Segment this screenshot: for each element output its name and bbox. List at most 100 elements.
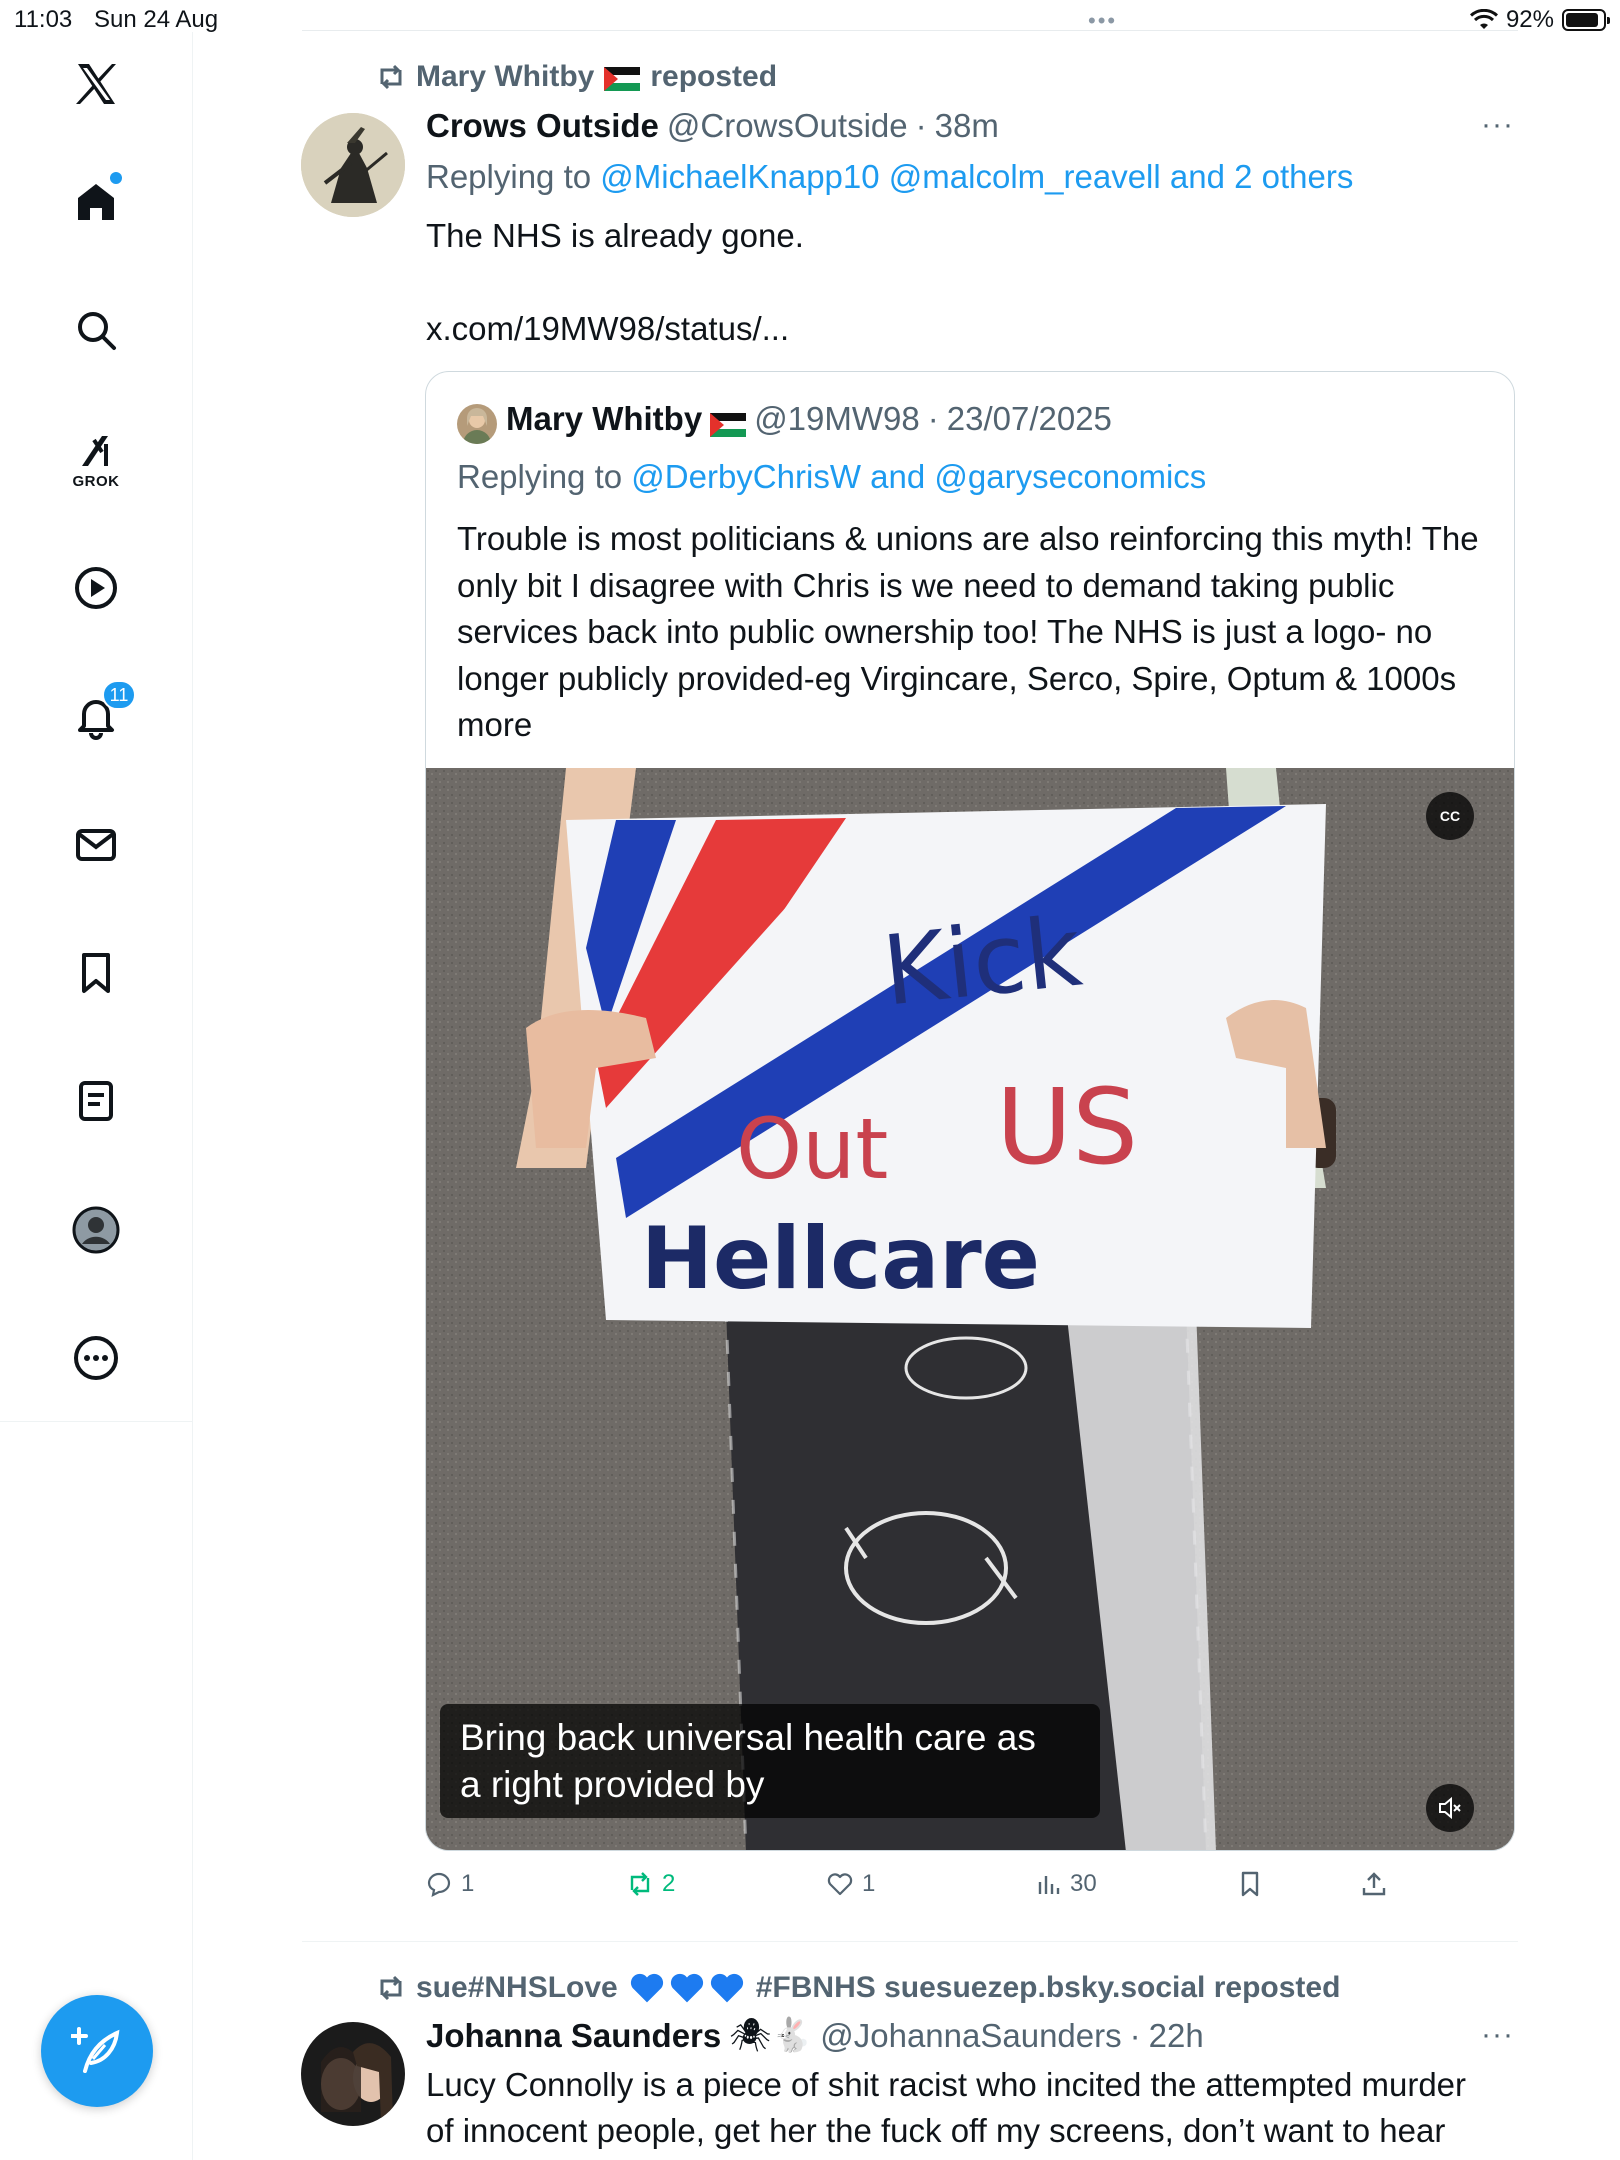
tweet-separator: [302, 1941, 1518, 1942]
profile-avatar-icon[interactable]: [52, 1186, 140, 1274]
repost-count: 2: [662, 1870, 676, 1897]
caption-line: a right provided by: [460, 1764, 765, 1805]
repost-button[interactable]: 2: [626, 1870, 675, 1898]
quote-date: 23/07/2025: [946, 400, 1112, 437]
reply-button[interactable]: 1: [425, 1870, 474, 1898]
author-name-emoji: 🕷🐇: [729, 2016, 813, 2053]
protest-sign-video-frame: Kick Out US Hellcare: [426, 768, 1514, 1850]
home-icon[interactable]: [52, 158, 140, 246]
tweet-link[interactable]: x.com/19MW98/status/...: [426, 306, 789, 352]
sign-text-us: US: [996, 1066, 1138, 1188]
crow-warrior-image: [301, 113, 405, 217]
share-button[interactable]: [1360, 1870, 1388, 1898]
tweet-body: The NHS is already gone.: [426, 217, 804, 254]
mention-link[interactable]: @DerbyChrisW: [631, 458, 861, 495]
replying-prefix: Replying to: [426, 158, 592, 195]
reply-bubble-icon: [427, 1872, 451, 1897]
bookmark-icon: [1241, 1871, 1259, 1897]
grok-icon[interactable]: GROK: [52, 415, 140, 503]
author-name[interactable]: Crows Outside: [426, 107, 659, 145]
status-time: 11:03: [14, 6, 73, 33]
more-dots-icon[interactable]: •••: [1088, 8, 1117, 34]
more-options-icon[interactable]: [52, 1314, 140, 1402]
captions-toggle-button[interactable]: CC: [1426, 792, 1474, 840]
sidebar: GROK 11: [0, 32, 193, 2160]
author-photo: [301, 2022, 405, 2126]
tweet-actions: 1 2 1 30: [425, 1870, 1425, 1910]
quote-author-handle: @19MW98: [754, 400, 920, 437]
sign-text-kick: Kick: [878, 895, 1087, 1027]
dot-separator: ·: [915, 107, 927, 144]
repost-suffix: reposted: [650, 60, 778, 93]
reposter-name: sue#NHSLove: [416, 1971, 618, 2004]
mention-link[interactable]: @malcolm_reavell: [889, 158, 1161, 195]
sidebar-divider: [0, 1421, 193, 1422]
tweet-body: Lucy Connolly is a piece of shit racist …: [426, 2062, 1466, 2154]
views-button[interactable]: 30: [1034, 1870, 1097, 1898]
repost-icon: [630, 1872, 650, 1896]
blue-hearts-icon: [628, 1971, 746, 2005]
notifications-badge: 11: [102, 680, 136, 710]
bookmark-icon[interactable]: [52, 929, 140, 1017]
battery-icon: [1562, 9, 1610, 31]
compose-post-button[interactable]: [41, 1995, 153, 2107]
quote-replying-to: Replying to @DerbyChrisW and @garysecono…: [457, 458, 1206, 496]
video-caption: Bring back universal health care as a ri…: [440, 1704, 1100, 1818]
quote-body: Trouble is most politicians & unions are…: [457, 520, 1479, 743]
heart-icon: [827, 1873, 853, 1896]
video-player[interactable]: Kick Out US Hellcare CC Bring back unive…: [426, 768, 1514, 1850]
author-avatar[interactable]: [301, 113, 405, 217]
unmute-button[interactable]: [1426, 1784, 1474, 1832]
palestine-flag-icon: [710, 407, 747, 437]
x-logo-icon[interactable]: [52, 40, 140, 128]
tweet-more-icon[interactable]: ···: [1481, 108, 1514, 142]
author-handle[interactable]: @JohannaSaunders: [820, 2017, 1121, 2055]
lists-icon[interactable]: [52, 1057, 140, 1145]
speaker-muted-icon: [1439, 1796, 1461, 1820]
repost-attribution[interactable]: Mary Whitby reposted: [376, 60, 777, 94]
palestine-flag-icon: [604, 65, 641, 91]
share-upload-icon: [1362, 1872, 1386, 1896]
search-icon[interactable]: [52, 286, 140, 374]
like-button[interactable]: 1: [826, 1870, 875, 1898]
quote-author-name: Mary Whitby: [506, 400, 703, 437]
others-link[interactable]: and 2 others: [1170, 158, 1353, 195]
messages-envelope-icon[interactable]: [52, 801, 140, 889]
dot-separator: ·: [1129, 2016, 1141, 2054]
reply-count: 1: [461, 1870, 475, 1897]
views-bar-chart-icon: [1038, 1876, 1060, 1894]
like-count: 1: [862, 1870, 876, 1897]
sign-text-hellcare: Hellcare: [641, 1209, 1040, 1309]
dot-separator: ·: [927, 400, 939, 437]
tweet-time[interactable]: 22h: [1149, 2017, 1204, 2055]
caption-line: Bring back universal health care as: [460, 1717, 1036, 1758]
repost-attribution[interactable]: sue#NHSLove #FBNHS suesuezep.bsky.social…: [376, 1971, 1340, 2005]
top-action-strip: •••: [302, 0, 1518, 34]
author-handle[interactable]: @CrowsOutside: [667, 107, 908, 145]
quote-author-avatar: [457, 404, 497, 444]
mention-link[interactable]: @garyseconomics: [934, 458, 1206, 495]
tweet-time[interactable]: 38m: [935, 107, 999, 145]
repost-icon: [380, 64, 402, 90]
replying-prefix: Replying to: [457, 458, 623, 495]
video-play-icon[interactable]: [52, 544, 140, 632]
tweet-header: Crows Outside @CrowsOutside · 38m: [426, 107, 999, 145]
mention-link[interactable]: @MichaelKnapp10: [600, 158, 879, 195]
status-date: Sun 24 Aug: [94, 6, 219, 33]
home-unread-dot: [110, 172, 122, 184]
notifications-bell-icon[interactable]: 11: [52, 672, 140, 760]
author-name[interactable]: Johanna Saunders: [426, 2017, 721, 2055]
tweet-more-icon[interactable]: ···: [1481, 2018, 1514, 2052]
repost-suffix: #FBNHS suesuezep.bsky.social reposted: [755, 1971, 1341, 2004]
bookmark-button[interactable]: [1236, 1870, 1264, 1898]
quoted-tweet[interactable]: Mary Whitby @19MW98 · 23/07/2025 Replyin…: [425, 371, 1515, 1851]
grok-label: GROK: [72, 473, 120, 490]
reposter-name: Mary Whitby: [416, 60, 595, 93]
tweet-text-line: Lucy Connolly is a piece of shit racist …: [426, 2066, 1467, 2103]
repost-icon: [380, 1975, 402, 2001]
author-avatar[interactable]: [301, 2022, 405, 2126]
view-count: 30: [1070, 1870, 1097, 1897]
sign-text-out: Out: [736, 1100, 888, 1198]
compose-feather-icon: [71, 2027, 120, 2073]
and-text: and: [870, 458, 926, 495]
